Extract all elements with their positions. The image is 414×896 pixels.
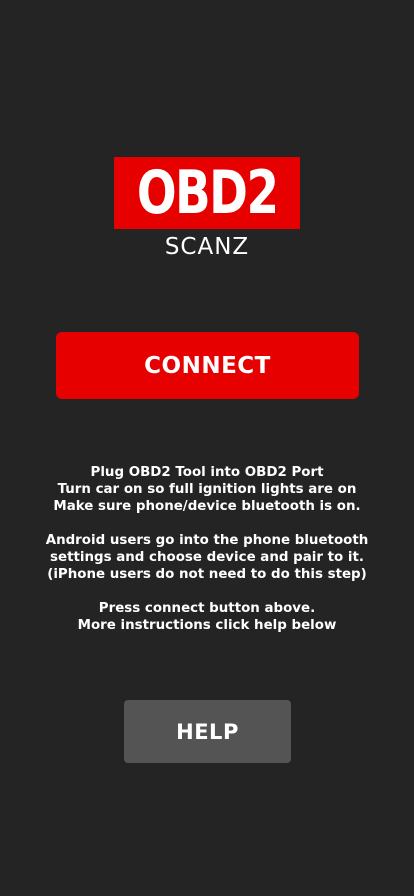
instruction-line: Plug OBD2 Tool into OBD2 Port (90, 465, 324, 480)
instructions-paragraph-3: Press connect button above. More instruc… (0, 600, 414, 634)
connect-button[interactable]: CONNECT (56, 332, 359, 399)
logo-title: OBD2 (136, 158, 279, 228)
instruction-line: Press connect button above. (98, 601, 316, 616)
instruction-line: (iPhone users do not need to do this ste… (47, 567, 367, 582)
help-button[interactable]: HELP (124, 700, 291, 763)
logo-inner: OBD2 (120, 163, 294, 223)
instruction-line: Turn car on so full ignition lights are … (57, 482, 357, 497)
instructions: Plug OBD2 Tool into OBD2 Port Turn car o… (0, 464, 414, 651)
logo-subtitle: SCANZ (164, 234, 250, 260)
instruction-line: Make sure phone/device bluetooth is on. (53, 499, 361, 514)
app-logo: OBD2 (0, 157, 414, 233)
instructions-paragraph-2: Android users go into the phone bluetoot… (0, 532, 414, 583)
instructions-paragraph-1: Plug OBD2 Tool into OBD2 Port Turn car o… (0, 464, 414, 515)
instruction-line: Android users go into the phone bluetoot… (45, 533, 369, 548)
logo-badge: OBD2 (114, 157, 300, 229)
instruction-line: More instructions click help below (77, 618, 337, 633)
instruction-line: settings and choose device and pair to i… (50, 550, 364, 565)
